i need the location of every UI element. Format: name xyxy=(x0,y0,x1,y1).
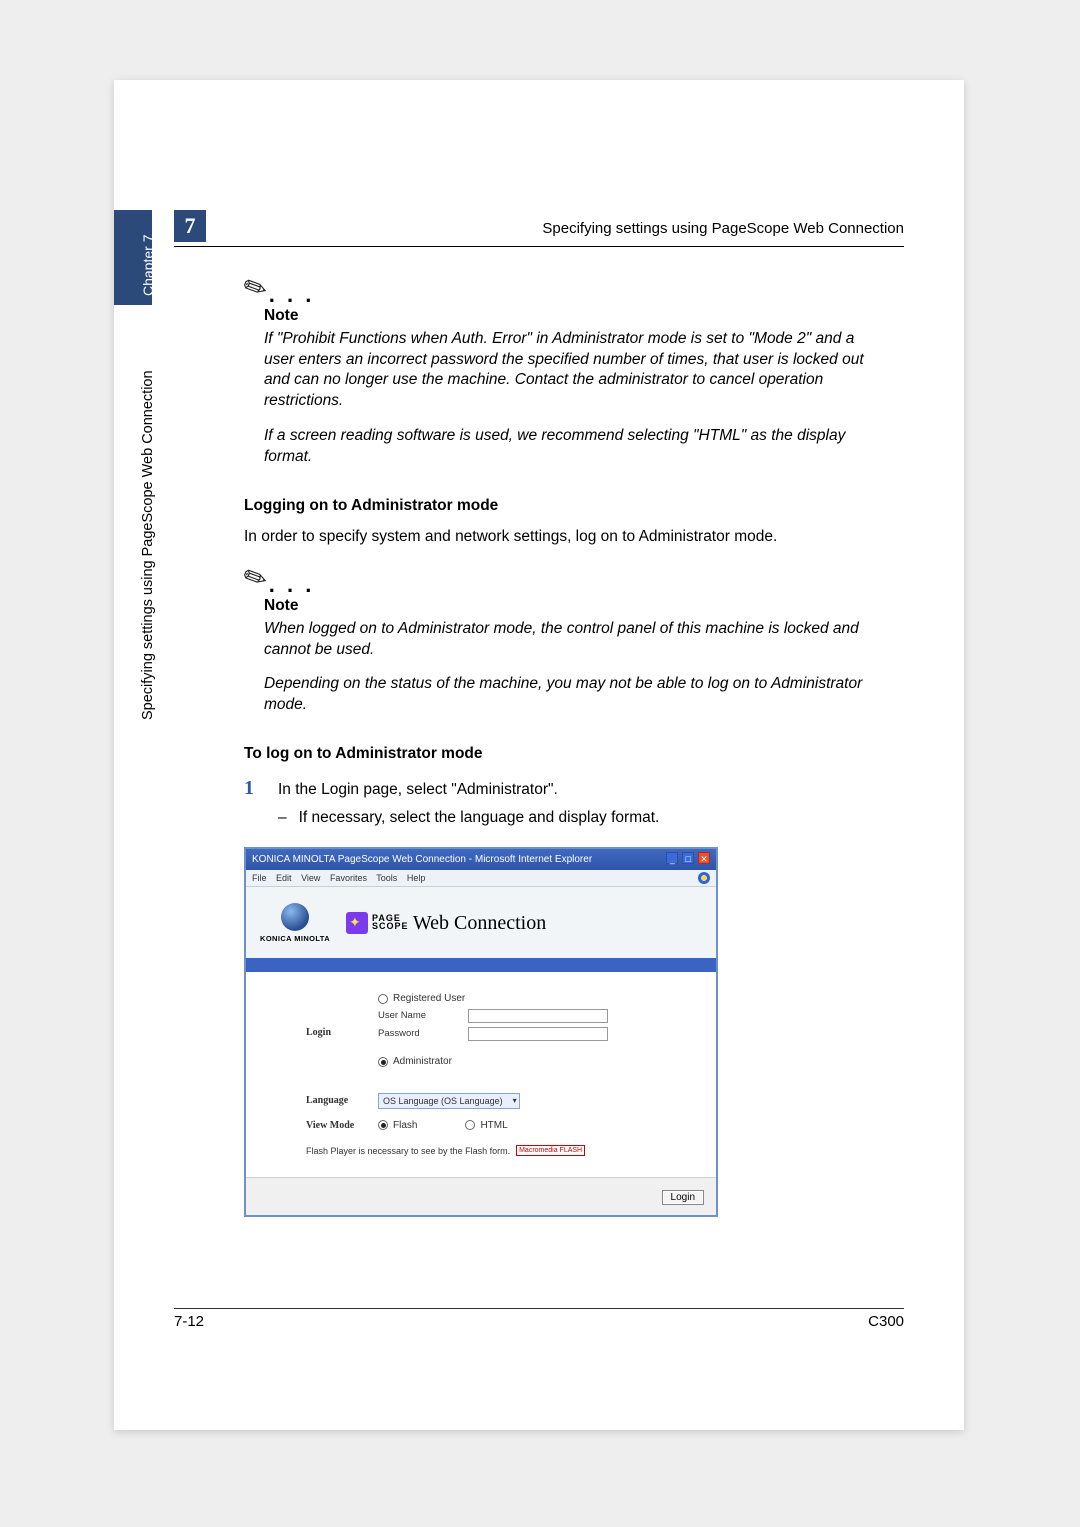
window-controls: _ □ ✕ xyxy=(665,852,710,867)
body-text: In order to specify system and network s… xyxy=(244,527,884,548)
menu-edit[interactable]: Edit xyxy=(276,873,292,883)
chapter-side-title: Specifying settings using PageScope Web … xyxy=(140,370,156,720)
menu-tools[interactable]: Tools xyxy=(376,873,397,883)
login-form-area: Login Registered User User Name Password xyxy=(246,972,716,1177)
model-number: C300 xyxy=(868,1313,904,1330)
language-select[interactable]: OS Language (OS Language) ▾ xyxy=(378,1093,520,1109)
minimize-icon[interactable]: _ xyxy=(666,852,678,864)
menu-file[interactable]: File xyxy=(252,873,267,883)
document-page: Chapter 7 Specifying settings using Page… xyxy=(114,80,964,1430)
html-label: HTML xyxy=(480,1120,507,1131)
note-body-text: Depending on the status of the machine, … xyxy=(264,674,884,716)
ie-logo-icon xyxy=(698,872,710,884)
chapter-tab: Chapter 7 xyxy=(114,210,152,305)
pagescope-badge-icon xyxy=(346,912,368,934)
pencil-icon: ✎ xyxy=(237,557,272,600)
close-icon[interactable]: ✕ xyxy=(698,852,710,864)
header-title: Specifying settings using PageScope Web … xyxy=(542,220,904,237)
html-radio[interactable] xyxy=(465,1120,475,1130)
brand-name: KONICA MINOLTA xyxy=(260,934,330,944)
administrator-label: Administrator xyxy=(393,1055,452,1069)
flash-note: Flash Player is necessary to see by the … xyxy=(306,1145,688,1157)
page-number: 7-12 xyxy=(174,1313,204,1330)
note-heading: Note xyxy=(264,596,884,617)
login-button[interactable]: Login xyxy=(662,1190,704,1205)
chapter-tab-label: Chapter 7 xyxy=(140,235,156,296)
window-titlebar: KONICA MINOLTA PageScope Web Connection … xyxy=(246,849,716,870)
section-heading: To log on to Administrator mode xyxy=(244,744,884,765)
registered-user-radio[interactable] xyxy=(378,994,388,1004)
page-header: 7 Specifying settings using PageScope We… xyxy=(174,210,904,247)
username-input[interactable] xyxy=(468,1009,608,1023)
password-input[interactable] xyxy=(468,1027,608,1041)
web-connection-label: Web Connection xyxy=(413,912,546,934)
dash-bullet: – xyxy=(278,809,287,826)
browser-menubar: File Edit View Favorites Tools Help xyxy=(246,870,716,887)
note-body-text: When logged on to Administrator mode, th… xyxy=(264,619,884,661)
step-number: 1 xyxy=(244,775,278,802)
menu-view[interactable]: View xyxy=(301,873,320,883)
step-substep: –If necessary, select the language and d… xyxy=(278,808,884,829)
note-block-2: ✎ . . . Note When logged on to Administr… xyxy=(244,560,884,716)
flash-badge-icon: Macromedia FLASH xyxy=(516,1145,585,1156)
flash-note-text: Flash Player is necessary to see by the … xyxy=(306,1145,510,1157)
step-text: In the Login page, select "Administrator… xyxy=(278,780,558,801)
pagescope-logo: PAGESCOPE Web Connection xyxy=(346,910,546,937)
maximize-icon[interactable]: □ xyxy=(682,852,694,864)
viewmode-label: View Mode xyxy=(306,1119,378,1133)
form-footer: Login xyxy=(246,1177,716,1215)
administrator-radio[interactable] xyxy=(378,1057,388,1067)
page-label: PAGESCOPE xyxy=(372,914,409,930)
page-footer: 7-12 C300 xyxy=(174,1308,904,1330)
username-label: User Name xyxy=(378,1010,468,1023)
menu-help[interactable]: Help xyxy=(407,873,426,883)
menu-favorites[interactable]: Favorites xyxy=(330,873,367,883)
embedded-screenshot: KONICA MINOLTA PageScope Web Connection … xyxy=(244,847,718,1216)
konica-minolta-logo: KONICA MINOLTA xyxy=(260,903,330,944)
chapter-number-box: 7 xyxy=(174,210,206,242)
flash-radio[interactable] xyxy=(378,1120,388,1130)
banner-area: KONICA MINOLTA PAGESCOPE Web Connection xyxy=(246,887,716,958)
section-heading: Logging on to Administrator mode xyxy=(244,496,884,517)
step-1: 1 In the Login page, select "Administrat… xyxy=(244,775,884,802)
language-label: Language xyxy=(306,1094,378,1108)
password-label: Password xyxy=(378,1028,468,1041)
registered-user-label: Registered User xyxy=(393,992,465,1006)
pencil-icon: ✎ xyxy=(237,267,272,310)
note-body-text: If a screen reading software is used, we… xyxy=(264,426,884,468)
note-body-text: If "Prohibit Functions when Auth. Error"… xyxy=(264,329,884,413)
login-label: Login xyxy=(306,1026,378,1040)
window-title: KONICA MINOLTA PageScope Web Connection … xyxy=(252,853,592,867)
chevron-down-icon: ▾ xyxy=(513,1096,517,1107)
note-heading: Note xyxy=(264,306,884,327)
blue-divider xyxy=(246,958,716,972)
note-block-1: ✎ . . . Note If "Prohibit Functions when… xyxy=(244,270,884,468)
content-area: ✎ . . . Note If "Prohibit Functions when… xyxy=(244,270,884,1217)
substep-text: If necessary, select the language and di… xyxy=(299,809,660,826)
flash-label: Flash xyxy=(393,1120,417,1131)
globe-icon xyxy=(281,903,309,931)
